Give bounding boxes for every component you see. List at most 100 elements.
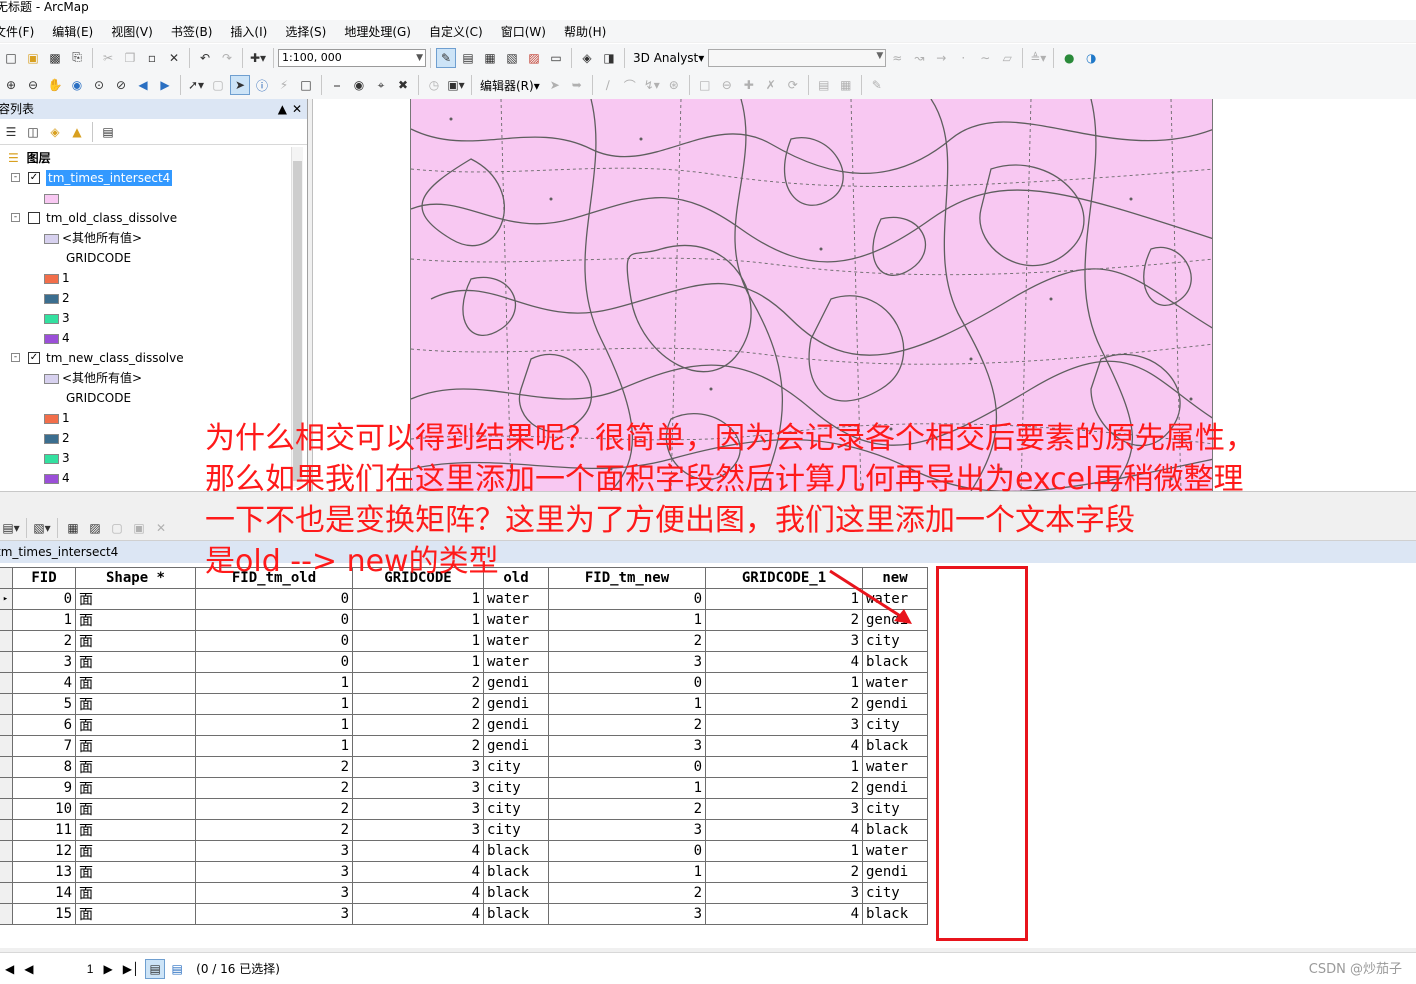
table-cell[interactable]: 12 [12,840,76,862]
table-cell[interactable]: city [483,798,549,820]
table-cell[interactable]: 1 [195,672,353,694]
table-cell[interactable]: 3 [352,756,484,778]
table-cell[interactable]: black [483,882,549,904]
list-by-selection-icon[interactable]: ▲ [67,122,87,142]
select-by-attributes-icon[interactable]: ▦ [63,518,83,538]
table-cell[interactable]: 3 [548,819,706,841]
time-slider-icon[interactable]: ◷ [424,75,444,95]
arcglobe-icon[interactable]: ◑ [1081,48,1101,68]
table-cell[interactable]: 2 [548,630,706,652]
table-cell[interactable]: 0 [548,588,706,610]
create-features-icon[interactable]: ✎ [867,75,887,95]
html-popup-icon[interactable]: □ [296,75,316,95]
table-cell[interactable]: 15 [12,903,76,925]
collapse-icon[interactable]: - [11,353,20,362]
edit-vertices-icon[interactable]: □ [695,75,715,95]
table-cell[interactable]: 2 [195,777,353,799]
table-cell[interactable]: 4 [352,903,484,925]
cut-icon[interactable]: ✂ [98,48,118,68]
table-cell[interactable]: 2 [195,798,353,820]
table-cell[interactable]: 8 [12,756,76,778]
class-1-swatch[interactable] [44,414,59,424]
polygon-symbol-swatch[interactable] [44,194,59,204]
table-cell[interactable]: 3 [548,651,706,673]
full-extent-icon[interactable]: ◉ [67,75,87,95]
table-cell[interactable]: water [483,651,549,673]
table-cell[interactable]: gendi [483,735,549,757]
table-cell[interactable]: gendi [862,777,928,799]
table-cell[interactable]: 4 [705,819,863,841]
table-cell[interactable]: 3 [352,798,484,820]
table-cell[interactable]: gendi [483,714,549,736]
menu-windows[interactable]: 窗口(W) [492,23,555,40]
fixed-zoom-in-icon[interactable]: ⊙ [89,75,109,95]
toc-options-icon[interactable]: ▤ [98,122,118,142]
table-cell[interactable]: 2 [548,882,706,904]
switch-selection-icon[interactable]: ▨ [85,518,105,538]
layer-visibility-checkbox[interactable]: ✓ [28,352,40,364]
table-cell[interactable]: 0 [548,840,706,862]
rotate-icon[interactable]: ⟳ [783,75,803,95]
table-cell[interactable]: water [862,756,928,778]
table-cell[interactable]: 0 [548,672,706,694]
table-cell[interactable]: 0 [195,651,353,673]
table-cell[interactable]: 3 [195,840,353,862]
point-icon[interactable]: ⊛ [664,75,684,95]
interpolate-polygon-icon[interactable]: ▱ [997,48,1017,68]
row-selector[interactable] [0,735,13,757]
3d-layer-combo[interactable]: ▼ [708,48,887,67]
table-cell[interactable]: 1 [352,588,484,610]
table-cell[interactable]: black [862,903,928,925]
pin-icon[interactable]: ▲ [278,99,287,119]
row-selector[interactable] [0,798,13,820]
delete-icon[interactable]: ✕ [164,48,184,68]
related-tables-icon[interactable]: ▧▾ [32,518,52,538]
table-cell[interactable]: gendi [483,693,549,715]
map-scale-combo[interactable]: 1:100, 000 ▼ [278,48,426,67]
select-features-icon[interactable]: ➚▾ [186,75,206,95]
row-selector[interactable]: ▸ [0,588,13,610]
table-cell[interactable]: 2 [705,693,863,715]
last-record-icon[interactable]: ▶│ [123,962,139,976]
table-options-icon[interactable]: ▤▾ [1,518,21,538]
table-cell[interactable]: 4 [352,840,484,862]
contour-icon[interactable]: ≈ [887,48,907,68]
class-3-swatch[interactable] [44,454,59,464]
table-cell[interactable]: 1 [705,756,863,778]
row-selector[interactable] [0,672,13,694]
toc-layer-tm-old-class-dissolve[interactable]: tm_old_class_dissolve [46,208,177,228]
undo-icon[interactable]: ↶ [195,48,215,68]
find-icon[interactable]: ◉ [349,75,369,95]
table-row[interactable]: 13 面 3 4 black 1 2 gendi [0,861,928,883]
table-cell[interactable]: city [483,777,549,799]
table-row[interactable]: 15 面 3 4 black 3 4 black [0,903,928,925]
trace-icon[interactable]: ↯▾ [642,75,662,95]
table-row[interactable]: 4 面 1 2 gendi 0 1 water [0,672,928,694]
table-cell[interactable]: 7 [12,735,76,757]
steepest-path-icon[interactable]: ↝ [909,48,929,68]
table-cell[interactable]: 0 [195,630,353,652]
table-cell[interactable]: 14 [12,882,76,904]
show-selected-records-icon[interactable]: ▤ [167,959,187,979]
table-cell[interactable]: black [862,651,928,673]
table-cell[interactable]: gendi [862,861,928,883]
class-4-swatch[interactable] [44,474,59,484]
table-cell[interactable]: 2 [352,735,484,757]
menu-customize[interactable]: 自定义(C) [420,23,492,40]
row-selector[interactable] [0,840,13,862]
close-table-icon[interactable]: ✕ [151,518,171,538]
table-cell[interactable]: 2 [352,672,484,694]
table-cell[interactable]: 4 [705,735,863,757]
toc-layer-tm-times-intersect4[interactable]: tm_times_intersect4 [46,168,173,188]
table-cell[interactable]: 1 [195,735,353,757]
menu-help[interactable]: 帮助(H) [555,23,615,40]
table-cell[interactable]: 13 [12,861,76,883]
cut-polygons-icon[interactable]: ✚ [739,75,759,95]
table-cell[interactable]: 2 [12,630,76,652]
reshape-icon[interactable]: ⊖ [717,75,737,95]
table-cell[interactable]: 1 [705,672,863,694]
layer-visibility-checkbox[interactable] [28,212,40,224]
table-cell[interactable]: 面 [75,819,196,841]
editor-toolbar-icon[interactable]: ✎ [436,47,456,68]
row-selector[interactable] [0,882,13,904]
